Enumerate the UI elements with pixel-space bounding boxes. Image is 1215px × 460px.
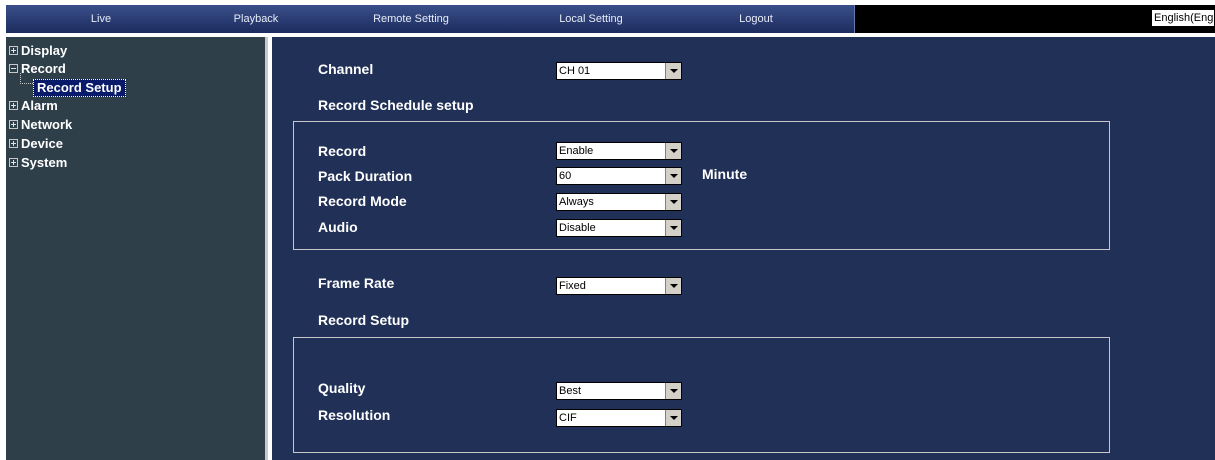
record-schedule-group [293,121,1110,250]
menu-logout[interactable]: Logout [706,5,806,33]
record-label: Record [318,143,367,159]
audio-select[interactable]: Disable [556,219,682,237]
record-mode-select[interactable]: Always [556,193,682,211]
tree-item-record-setup[interactable]: Record Setup [33,79,126,97]
dropdown-arrow-icon[interactable] [665,278,681,294]
menu-local-setting[interactable]: Local Setting [516,5,666,33]
dropdown-arrow-icon[interactable] [665,383,681,399]
audio-value: Disable [559,222,596,234]
tree-label-network: Network [21,117,73,132]
tree-item-record[interactable]: Record [9,61,66,77]
tree-label-alarm: Alarm [21,98,58,113]
pack-duration-select[interactable]: 60 [556,167,682,185]
dropdown-arrow-icon[interactable] [665,143,681,159]
record-setup-heading: Record Setup [318,312,410,328]
top-bar: Live Playback Remote Setting Local Setti… [6,5,1215,33]
menu-remote-setting[interactable]: Remote Setting [336,5,486,33]
menu-playback[interactable]: Playback [196,5,316,33]
audio-label: Audio [318,219,358,235]
record-mode-value: Always [559,196,594,208]
tree-item-display[interactable]: Display [9,43,67,59]
frame-rate-value: Fixed [559,280,586,292]
tree-item-network[interactable]: Network [9,117,72,133]
menu-live[interactable]: Live [6,5,196,33]
tree-item-alarm[interactable]: Alarm [9,98,58,114]
frame-rate-select[interactable]: Fixed [556,277,682,295]
tree-connector [20,73,33,84]
resolution-value: CIF [559,412,577,424]
expand-icon[interactable] [9,139,18,149]
record-setup-group [293,337,1110,453]
resolution-label: Resolution [318,407,391,423]
channel-label: Channel [318,61,374,77]
channel-select[interactable]: CH 01 [556,62,682,80]
record-select[interactable]: Enable [556,142,682,160]
pack-duration-label: Pack Duration [318,168,413,184]
main-panel: Channel CH 01 Record Schedule setup Reco… [272,37,1215,460]
channel-value: CH 01 [559,65,591,77]
dropdown-arrow-icon[interactable] [665,194,681,210]
tree-item-system[interactable]: System [9,155,67,171]
record-mode-label: Record Mode [318,193,407,209]
dropdown-arrow-icon[interactable] [665,220,681,236]
expand-icon[interactable] [9,120,18,130]
tree-label-system: System [21,155,68,170]
tree-item-device[interactable]: Device [9,136,63,152]
language-select[interactable]: English(Eng [1151,9,1215,27]
tree-label-display: Display [21,43,68,58]
tree-label-device: Device [21,136,63,151]
sidebar: Display Record Record Setup Alarm Networ… [6,37,268,460]
record-value: Enable [559,145,594,157]
record-schedule-heading: Record Schedule setup [318,97,474,113]
pack-duration-value: 60 [559,170,572,182]
frame-rate-label: Frame Rate [318,275,395,291]
expand-icon[interactable] [9,46,18,56]
quality-select[interactable]: Best [556,382,682,400]
dropdown-arrow-icon[interactable] [665,168,681,184]
main-menu: Live Playback Remote Setting Local Setti… [6,5,855,33]
collapse-icon[interactable] [9,64,18,74]
dropdown-arrow-icon[interactable] [665,410,681,426]
quality-label: Quality [318,380,366,396]
resolution-select[interactable]: CIF [556,409,682,427]
dropdown-arrow-icon[interactable] [665,63,681,79]
expand-icon[interactable] [9,158,18,168]
quality-value: Best [559,385,582,397]
pack-duration-unit: Minute [702,166,748,182]
expand-icon[interactable] [9,101,18,111]
